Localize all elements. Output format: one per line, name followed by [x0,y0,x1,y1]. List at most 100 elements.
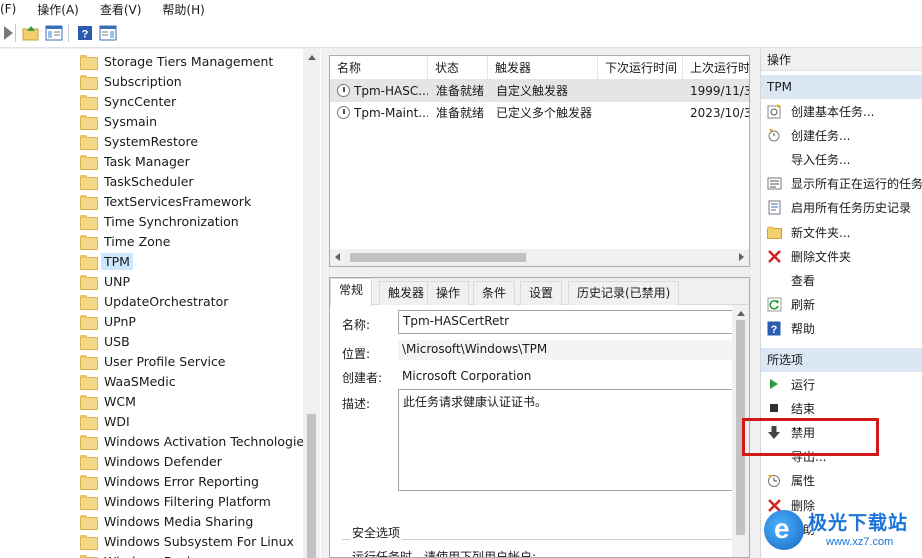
tree-item[interactable]: WCM [80,391,136,411]
action-item[interactable]: 创建任务... [761,123,922,147]
tab-history[interactable]: 历史记录(已禁用) [568,281,680,305]
actions-section-tpm[interactable]: TPM [761,75,922,99]
up-folder-icon[interactable] [22,24,40,42]
tree-item[interactable]: TextServicesFramework [80,191,251,211]
help-icon[interactable]: ? [76,24,94,42]
column-last-run[interactable]: 上次运行时 [683,56,749,80]
security-run-as-text: 运行任务时，请使用下列用户帐户: [352,550,537,558]
task-details: 常规 触发器 操作 条件 设置 历史记录(已禁用) 名称: Tpm-HASCer… [329,277,750,558]
tree-item[interactable]: WDI [80,411,130,431]
column-next-run[interactable]: 下次运行时间 [598,56,683,80]
tree-item[interactable]: Storage Tiers Management [80,51,273,71]
task-list-hscrollbar[interactable] [330,249,749,266]
tab-general[interactable]: 常规 [330,278,373,306]
menu-view[interactable]: 查看(V) [100,1,149,18]
tree-item-label: Windows Error Reporting [104,473,259,489]
folder-icon [80,234,98,250]
description-field[interactable]: 此任务请求健康认证证书。 [398,389,738,491]
action-item[interactable]: ? 帮助 [761,317,922,341]
menu-action[interactable]: 操作(A) [37,1,86,18]
table-row[interactable]: Tpm-Maint... 准备就绪 已定义多个触发器 2023/10/3 [330,102,749,124]
menu-help[interactable]: 帮助(H) [162,1,211,18]
action-item[interactable]: 查看 [761,268,922,292]
tree-item[interactable]: USB [80,331,130,351]
folder-icon [80,174,98,190]
folder-icon [80,394,98,410]
action-item-label: 查看 [791,273,816,288]
tree-item[interactable]: Time Zone [80,231,170,251]
scroll-thumb[interactable] [307,414,316,558]
tree-item[interactable]: Windows Error Reporting [80,471,259,491]
column-status[interactable]: 状态 [428,56,488,80]
tree-item[interactable]: UNP [80,271,130,291]
tree-item-label: Time Synchronization [104,213,239,229]
show-action-pane-icon[interactable] [99,24,117,42]
tree-item[interactable]: User Profile Service [80,351,226,371]
tree-item[interactable]: Subscription [80,71,182,91]
scroll-right-icon[interactable] [739,253,744,261]
actions-header: 操作 [761,49,922,71]
tree-item[interactable]: Task Manager [80,151,190,171]
action-item[interactable]: 创建基本任务... [761,99,922,123]
folder-icon [80,254,98,270]
action-item-label: 导入任务... [791,152,851,167]
folder-icon [80,274,98,290]
scroll-up-icon[interactable] [737,311,745,316]
action-item[interactable]: 启用所有任务历史记录 [761,196,922,220]
toolbar: ? [0,18,922,48]
help-icon: ? [766,321,782,337]
tab-conditions[interactable]: 条件 [473,281,516,305]
tree-item[interactable]: Time Synchronization [80,211,239,231]
tab-settings[interactable]: 设置 [520,281,563,305]
tree-item[interactable]: UpdateOrchestrator [80,291,228,311]
action-item-label: 删除文件夹 [791,249,852,264]
name-field[interactable]: Tpm-HASCertRetr [398,310,738,334]
column-name[interactable]: 名称 [330,56,428,80]
folder-icon [80,374,98,390]
tree-item[interactable]: Windows Subsystem For Linux [80,531,294,551]
show-hide-tree-icon[interactable] [45,24,63,42]
tree-item[interactable]: Windows Activation Technologies [80,431,311,451]
cell-status: 准备就绪 [436,106,485,120]
action-item-label: 帮助 [791,322,816,337]
tree-vscrollbar[interactable] [303,49,320,558]
cell-name: Tpm-HASC... [354,84,428,98]
actions-pane: 操作 TPM 所选项 创建基本任务... 创建任务... 导入任务... 显示所有正在… [760,49,922,558]
action-item[interactable]: 导入任务... [761,147,922,171]
author-value: Microsoft Corporation [402,369,532,383]
action-item[interactable]: 显示所有正在运行的任务 [761,172,922,196]
action-item[interactable]: 删除文件夹 [761,244,922,268]
tree-item[interactable]: SystemRestore [80,131,198,151]
watermark-logo-icon [764,510,804,550]
tree-item[interactable]: TaskScheduler [80,171,194,191]
tree-item-label: WaaSMedic [104,373,176,389]
table-row[interactable]: Tpm-HASC... 准备就绪 自定义触发器 1999/11/3 [330,80,749,102]
action-item[interactable]: 属性 [761,469,922,493]
tree-item[interactable]: Windows Filtering Platform [80,491,271,511]
menu-file[interactable]: (F) [0,2,23,16]
scroll-left-icon[interactable] [335,253,340,261]
folder-icon [80,554,98,558]
tree-item[interactable]: Windows Defender [80,451,222,471]
tab-actions[interactable]: 操作 [427,281,470,305]
watermark-url: www.xz7.com [826,536,894,548]
tree-item[interactable]: WaaSMedic [80,371,176,391]
tree-item[interactable]: Sysmain [80,111,157,131]
action-item[interactable]: 运行 [761,372,922,396]
watermark: 极光下载站 www.xz7.com [762,506,922,558]
tree-item[interactable]: Windows Media Sharing [80,511,253,531]
tree-item[interactable]: Windows Backup [80,551,210,558]
scroll-thumb[interactable] [350,253,526,262]
scroll-up-icon[interactable] [308,55,316,60]
action-item[interactable]: 结束 [761,396,922,420]
folder-icon [80,414,98,430]
column-trigger[interactable]: 触发器 [488,56,598,80]
action-item[interactable]: 新文件夹... [761,220,922,244]
action-item[interactable]: 刷新 [761,293,922,317]
actions-section-selected[interactable]: 所选项 [761,348,922,372]
tree-item[interactable]: SyncCenter [80,91,176,111]
tree-item[interactable]: TPM [80,251,133,271]
action-item-label: 创建任务... [791,128,851,143]
tab-triggers[interactable]: 触发器 [379,281,434,305]
tree-item[interactable]: UPnP [80,311,136,331]
